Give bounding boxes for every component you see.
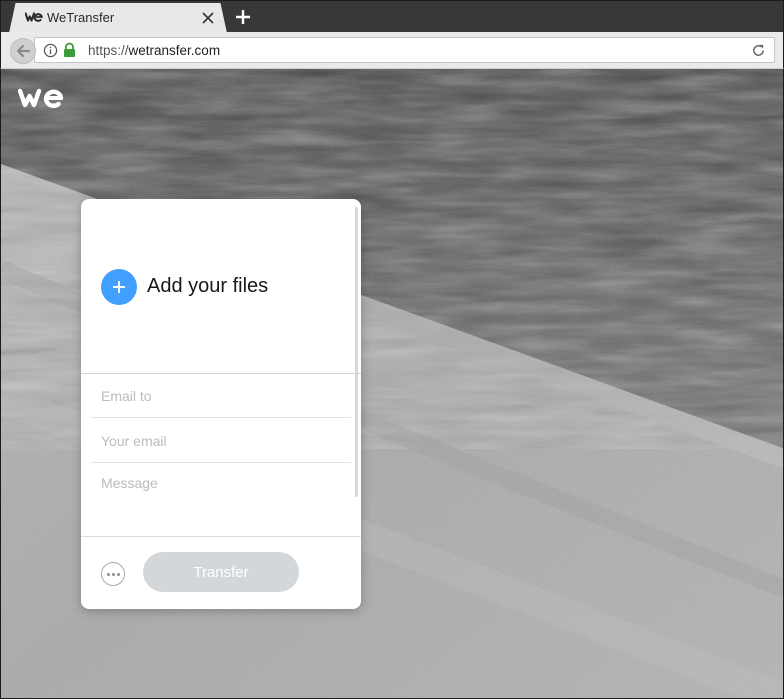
transfer-panel: Add your files Transfer [81,199,361,609]
info-icon[interactable] [43,43,58,58]
reload-icon[interactable] [751,43,766,58]
url-host: wetransfer.com [128,43,221,58]
dot [111,573,115,576]
tab-title: WeTransfer [47,10,115,25]
url-text: https://wetransfer.com [88,43,220,58]
plus-icon[interactable] [233,7,253,27]
browser-tab-bar: WeTransfer [0,0,784,33]
back-button[interactable] [10,38,36,64]
address-bar[interactable]: https://wetransfer.com [34,37,775,63]
dot [106,573,110,576]
wetransfer-logo-icon[interactable] [18,87,64,109]
dot [116,573,120,576]
page-viewport: Add your files Transfer [0,69,784,699]
add-files-button[interactable]: Add your files [101,269,321,305]
plus-icon [113,281,125,293]
close-icon[interactable] [199,9,217,27]
url-scheme: https:// [88,43,129,58]
panel-scrollbar[interactable] [355,207,358,497]
browser-tab[interactable]: WeTransfer [9,3,227,33]
add-files-label: Add your files [147,275,269,297]
message-input[interactable] [91,467,351,529]
divider [81,536,361,537]
add-files-icon-circle[interactable] [101,269,137,305]
your-email-input[interactable] [91,419,351,463]
back-arrow-icon [16,44,31,58]
email-to-input[interactable] [91,374,351,418]
wetransfer-logo-icon [25,12,43,22]
lock-icon [64,42,75,57]
more-options-icon[interactable] [101,562,125,586]
transfer-button[interactable]: Transfer [143,552,299,592]
browser-nav-bar: https://wetransfer.com [0,32,784,69]
